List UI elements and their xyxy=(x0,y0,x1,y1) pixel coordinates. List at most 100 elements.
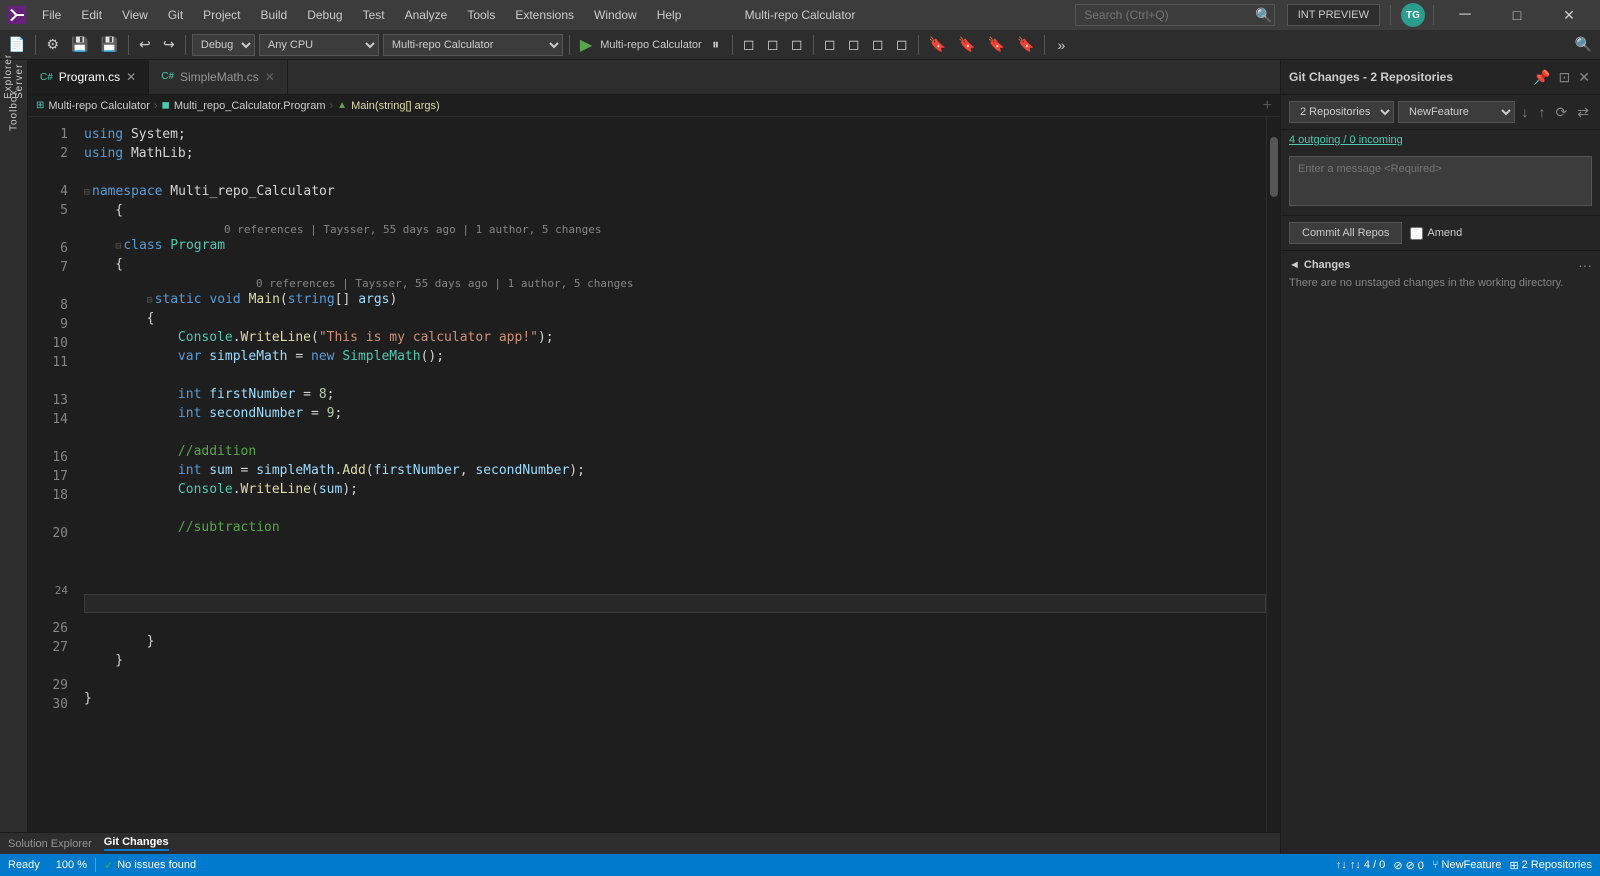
cpu-dropdown[interactable]: Any CPU xyxy=(259,34,379,56)
toolbar-extra6[interactable]: ◻ xyxy=(868,33,888,57)
minimize-button[interactable]: ─ xyxy=(1442,0,1488,30)
git-info-label: ↑↓ 4 / 0 xyxy=(1350,859,1385,871)
toolbar-search-feedback[interactable]: 🔍 xyxy=(1571,33,1596,57)
amend-label[interactable]: Amend xyxy=(1427,227,1462,239)
toolbar-bookmark2[interactable]: 🔖 xyxy=(954,33,979,57)
breadcrumb-class[interactable]: Multi_repo_Calculator.Program xyxy=(174,100,326,112)
search-icon: 🔍 xyxy=(1255,7,1272,24)
sidebar-server-explorer[interactable]: Server Explorer xyxy=(2,64,26,88)
git-panel-close-btn[interactable]: ✕ xyxy=(1576,67,1592,88)
status-branch[interactable]: ⑂ NewFeature xyxy=(1432,859,1502,871)
breadcrumb-method[interactable]: Main(string[] args) xyxy=(351,100,440,112)
toolbar-bookmark1[interactable]: 🔖 xyxy=(925,33,950,57)
toolbar-extra5[interactable]: ◻ xyxy=(844,33,864,57)
code-line-22 xyxy=(84,556,1266,575)
menu-build[interactable]: Build xyxy=(253,6,296,24)
commit-button[interactable]: Commit All Repos xyxy=(1289,222,1402,244)
project-dropdown[interactable]: Multi-repo Calculator xyxy=(383,34,563,56)
toolbar-extra2[interactable]: ◻ xyxy=(763,33,783,57)
menu-tools[interactable]: Tools xyxy=(459,6,503,24)
close-button[interactable]: ✕ xyxy=(1546,0,1592,30)
search-input[interactable] xyxy=(1075,4,1275,26)
status-ready-label: Ready xyxy=(8,859,40,871)
git-fetch-btn[interactable]: ↓ xyxy=(1519,102,1532,122)
user-avatar[interactable]: TG xyxy=(1401,3,1425,27)
toolbar-bookmark4[interactable]: 🔖 xyxy=(1013,33,1038,57)
no-issues-label: No issues found xyxy=(117,859,196,871)
branch-icon: ⑂ xyxy=(1432,859,1439,871)
code-line-24[interactable] xyxy=(84,594,1266,613)
git-changes-tab[interactable]: Git Changes xyxy=(104,836,169,851)
git-panel-maximize-btn[interactable]: ⊡ xyxy=(1557,67,1573,88)
menu-debug[interactable]: Debug xyxy=(299,6,350,24)
toolbar-extra3[interactable]: ◻ xyxy=(787,33,807,57)
code-content[interactable]: using System; using MathLib; ⊟namespace … xyxy=(76,117,1266,854)
menu-analyze[interactable]: Analyze xyxy=(397,6,456,24)
commit-message-input[interactable] xyxy=(1289,156,1592,206)
editor-scrollbar[interactable] xyxy=(1266,117,1280,854)
menu-test[interactable]: Test xyxy=(355,6,393,24)
sidebar-toolbox[interactable]: Toolbox xyxy=(2,98,26,122)
repos-dropdown[interactable]: 2 Repositories xyxy=(1289,101,1394,123)
status-issues[interactable]: ✓ No issues found xyxy=(104,859,196,872)
menu-window[interactable]: Window xyxy=(586,6,645,24)
toolbar-saveall-btn[interactable]: 💾 xyxy=(96,33,121,57)
tab-simplemath-cs[interactable]: C# SimpleMath.cs ✕ xyxy=(149,60,288,94)
toolbar-pause-btn[interactable]: ⏸ xyxy=(706,33,726,57)
breadcrumb-icon: ⊞ xyxy=(36,100,44,111)
status-zoom[interactable]: 100 % xyxy=(56,859,87,871)
changes-collapse-icon[interactable]: ◄ xyxy=(1289,259,1300,271)
changes-section: ◄ Changes ··· There are no unstaged chan… xyxy=(1281,251,1600,854)
code-line-30 xyxy=(84,708,1266,727)
maximize-button[interactable]: □ xyxy=(1494,0,1540,30)
tab-simplemath-cs-close[interactable]: ✕ xyxy=(265,70,275,84)
breadcrumb-add-icon[interactable]: + xyxy=(1263,97,1272,115)
solution-explorer-tab[interactable]: Solution Explorer xyxy=(8,838,92,850)
toolbar-extra1[interactable]: ◻ xyxy=(739,33,759,57)
menu-help[interactable]: Help xyxy=(649,6,690,24)
toolbar-build-btn[interactable]: ⚙ xyxy=(42,33,63,57)
git-pull-btn[interactable]: ↑ xyxy=(1536,102,1549,122)
status-errors[interactable]: ⊘ ⊘ 0 xyxy=(1393,859,1424,872)
code-line-5: { xyxy=(84,201,1266,220)
git-toolbar: 2 Repositories NewFeature ↓ ↑ ⟳ ⇄ xyxy=(1281,95,1600,130)
tab-program-cs[interactable]: C# Program.cs ✕ xyxy=(28,60,149,94)
changes-more-btn[interactable]: ··· xyxy=(1578,257,1592,273)
tab-program-cs-close[interactable]: ✕ xyxy=(126,70,136,84)
git-panel-pin-btn[interactable]: 📌 xyxy=(1531,67,1552,88)
menu-git[interactable]: Git xyxy=(160,6,191,24)
menu-file[interactable]: File xyxy=(34,6,69,24)
branch-label: NewFeature xyxy=(1442,859,1502,871)
outgoing-link[interactable]: 4 outgoing / 0 incoming xyxy=(1281,130,1600,150)
scrollbar-thumb[interactable] xyxy=(1270,137,1278,197)
menu-view[interactable]: View xyxy=(114,6,156,24)
app-title: Multi-repo Calculator xyxy=(745,8,856,22)
code-line-15 xyxy=(84,423,1266,442)
toolbar-bookmark3[interactable]: 🔖 xyxy=(984,33,1009,57)
status-repos-count[interactable]: ⊞ 2 Repositories xyxy=(1509,859,1592,872)
menu-extensions[interactable]: Extensions xyxy=(507,6,582,24)
menu-edit[interactable]: Edit xyxy=(73,6,110,24)
code-line-6: ⊟class Program xyxy=(84,236,1266,255)
toolbar-extra7[interactable]: ◻ xyxy=(892,33,912,57)
line-numbers: 1 2 4 5 · 6 7 · 8 9 10 11 13 14 xyxy=(28,117,76,854)
debug-mode-dropdown[interactable]: Debug xyxy=(192,34,255,56)
amend-checkbox[interactable] xyxy=(1410,227,1423,240)
status-git-info[interactable]: ↑↓ ↑↓ 4 / 0 xyxy=(1336,859,1385,871)
run-button[interactable]: ▶ xyxy=(576,35,596,55)
toolbar-redo-btn[interactable]: ↪ xyxy=(159,33,179,57)
toolbar-more[interactable]: » xyxy=(1051,33,1071,57)
title-bar-left: File Edit View Git Project Build Debug T… xyxy=(8,6,689,24)
toolbar-save-btn[interactable]: 💾 xyxy=(67,33,92,57)
branch-dropdown[interactable]: NewFeature xyxy=(1398,101,1515,123)
toolbar-extra4[interactable]: ◻ xyxy=(820,33,840,57)
toolbar-undo-btn[interactable]: ↩ xyxy=(135,33,155,57)
menu-project[interactable]: Project xyxy=(195,6,248,24)
code-editor[interactable]: 1 2 4 5 · 6 7 · 8 9 10 11 13 14 xyxy=(28,117,1266,854)
git-sync-btn[interactable]: ⇄ xyxy=(1574,102,1592,123)
int-preview-button[interactable]: INT PREVIEW xyxy=(1287,4,1380,26)
git-push-btn[interactable]: ⟳ xyxy=(1553,102,1571,123)
status-ready[interactable]: Ready xyxy=(0,854,48,876)
changes-header: ◄ Changes ··· xyxy=(1289,257,1592,273)
breadcrumb-project[interactable]: Multi-repo Calculator xyxy=(48,100,149,112)
